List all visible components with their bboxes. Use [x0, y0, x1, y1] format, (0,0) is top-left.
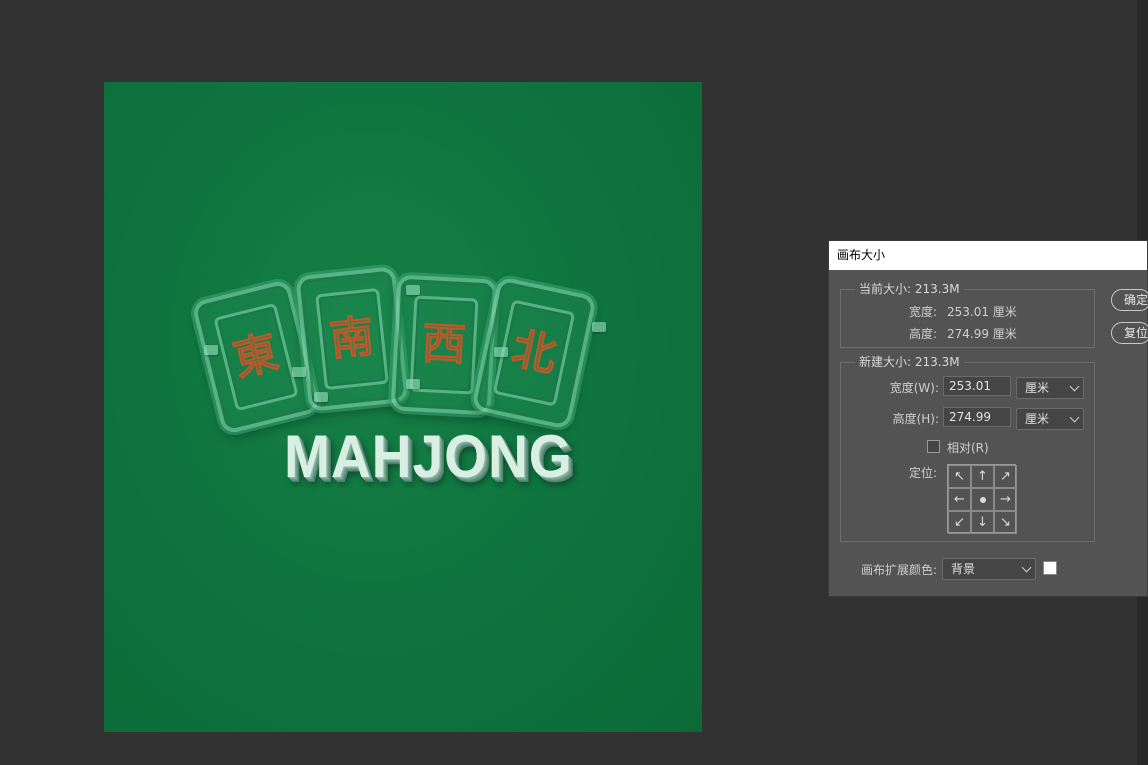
arrow-right-icon: →	[1000, 492, 1011, 507]
new-height-label: 高度(H):	[892, 412, 939, 426]
tile-clip	[292, 367, 306, 377]
extension-color-label: 画布扩展颜色:	[860, 563, 937, 577]
chevron-down-icon	[1069, 381, 1080, 392]
anchor-right[interactable]: →	[994, 488, 1017, 511]
tile-clip	[314, 392, 328, 402]
height-unit-value: 厘米	[1025, 412, 1050, 426]
ok-button[interactable]: 确定	[1111, 289, 1148, 311]
tile-glyph: 南	[326, 310, 377, 367]
tile-clip	[494, 347, 508, 357]
arrow-down-icon: ↓	[977, 515, 988, 530]
anchor-top-right[interactable]: ↗	[994, 465, 1017, 488]
tile-clip	[406, 285, 420, 295]
center-dot-icon	[979, 496, 986, 503]
arrow-down-left-icon: ↙	[954, 515, 965, 530]
new-width-label: 宽度(W):	[889, 381, 939, 395]
document-canvas: 東 南 西 北 MAHJONG	[104, 82, 702, 732]
arrow-left-icon: ←	[954, 492, 965, 507]
tile-clip	[406, 379, 420, 389]
current-height-value: 274.99 厘米	[947, 327, 1017, 341]
height-input[interactable]	[943, 407, 1011, 427]
relative-checkbox[interactable]	[927, 440, 940, 453]
canvas-size-dialog: 画布大小 当前大小: 213.3M 宽度: 253.01 厘米 高度: 274.…	[828, 240, 1148, 597]
extension-color-value: 背景	[951, 562, 976, 576]
tile-glyph: 北	[506, 322, 562, 383]
anchor-bottom[interactable]: ↓	[971, 511, 994, 534]
current-width-label: 宽度:	[908, 305, 937, 319]
anchor-top-left[interactable]: ↖	[948, 465, 971, 488]
tile-clip	[204, 345, 218, 355]
extension-color-select[interactable]: 背景	[942, 558, 1036, 580]
width-unit-select[interactable]: 厘米	[1016, 377, 1084, 399]
arrow-up-right-icon: ↗	[1000, 469, 1011, 484]
anchor-top[interactable]: ↑	[971, 465, 994, 488]
new-size-legend: 新建大小: 213.3M	[855, 355, 964, 369]
reset-button[interactable]: 复位	[1111, 322, 1148, 344]
chevron-down-icon	[1069, 412, 1080, 423]
dialog-title[interactable]: 画布大小	[829, 241, 1147, 270]
extension-color-swatch[interactable]	[1043, 561, 1057, 575]
tile-glyph: 東	[227, 325, 284, 387]
current-size-legend: 当前大小: 213.3M	[855, 282, 964, 296]
current-height-label: 高度:	[908, 327, 937, 341]
anchor-bottom-right[interactable]: ↘	[994, 511, 1017, 534]
tile-glyph: 西	[420, 317, 469, 372]
relative-label[interactable]: 相对(R)	[947, 439, 989, 456]
mahjong-tiles-artwork: 東 南 西 北	[191, 266, 606, 437]
height-unit-select[interactable]: 厘米	[1016, 408, 1084, 430]
current-width-value: 253.01 厘米	[947, 305, 1017, 319]
anchor-left[interactable]: ←	[948, 488, 971, 511]
chevron-down-icon	[1021, 562, 1032, 573]
anchor-grid[interactable]: ↖ ↑ ↗ ← → ↙ ↓ ↘	[947, 464, 1017, 534]
anchor-label: 定位:	[908, 466, 937, 480]
arrow-up-left-icon: ↖	[954, 469, 965, 484]
width-unit-value: 厘米	[1025, 381, 1050, 395]
arrow-down-right-icon: ↘	[1000, 515, 1011, 530]
tile-clip	[592, 322, 606, 332]
arrow-up-icon: ↑	[977, 469, 988, 484]
mahjong-3d-title: MAHJONG	[284, 423, 573, 490]
width-input[interactable]	[943, 376, 1011, 396]
anchor-bottom-left[interactable]: ↙	[948, 511, 971, 534]
anchor-center[interactable]	[971, 488, 994, 511]
